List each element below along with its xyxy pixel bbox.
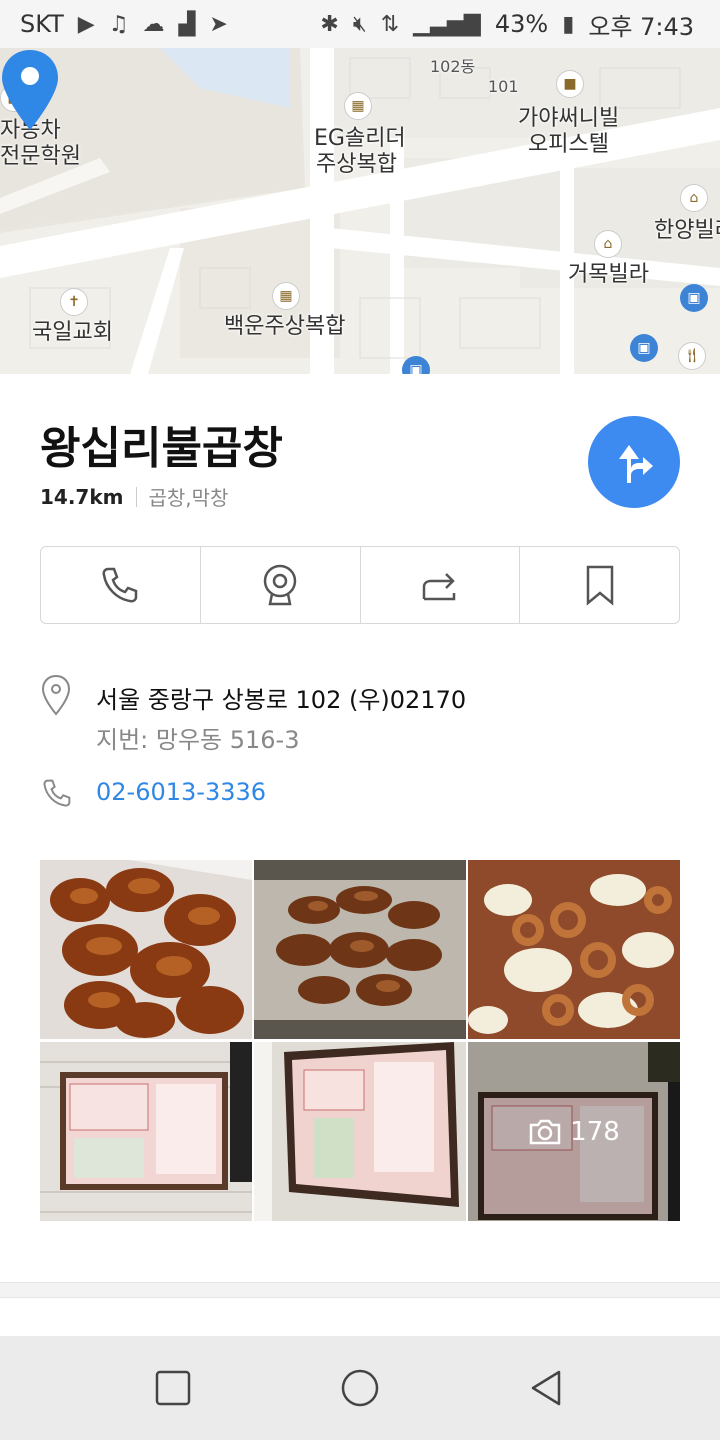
photo-thumbnail-more[interactable]: 178 [468, 1042, 680, 1221]
location-pin-icon[interactable] [0, 48, 60, 132]
category-label: 곱창,막창 [148, 486, 229, 510]
address-row [40, 674, 82, 716]
photo-count: 178 [570, 1116, 620, 1147]
play-icon: ▶ [77, 11, 95, 37]
photo-count-overlay[interactable]: 178 [468, 1042, 680, 1221]
home-icon [341, 1369, 379, 1407]
jibun-address-text: 지번: 망우동 516-3 [96, 726, 300, 754]
battery-icon: ▮ [562, 11, 575, 37]
bluetooth-music-icon: ♫ [108, 11, 129, 37]
map-label-gukil: 국일교회 [32, 320, 113, 345]
back-icon [531, 1370, 560, 1406]
call-button[interactable] [41, 547, 201, 623]
home-button[interactable] [330, 1358, 390, 1418]
clock: 오후 7:43 [588, 12, 694, 41]
map-view[interactable]: 102동 101 ■ 자동차 전문학원 ▦ EG솔리더 주상복합 ■ 가야써니빌… [0, 48, 720, 374]
photo-thumbnail[interactable] [254, 1042, 466, 1221]
street-view-button[interactable] [201, 547, 361, 623]
back-button[interactable] [517, 1358, 577, 1418]
carrier-label: SKT [20, 10, 64, 38]
poi-house-icon[interactable]: ⌂ [680, 184, 708, 212]
place-name: 왕십리불곱창 [40, 423, 283, 474]
photo-thumbnail[interactable] [468, 860, 680, 1039]
place-detail-panel: 왕십리불곱창 14.7km 곱창,막창 서울 중랑구 상봉로 102 (우)02… [0, 374, 720, 1336]
bookmark-button[interactable] [520, 547, 679, 623]
poi-house-icon[interactable]: ⌂ [594, 230, 622, 258]
photo-thumbnail[interactable] [40, 860, 252, 1039]
photo-thumbnail[interactable] [254, 860, 466, 1039]
camera-icon [529, 1119, 561, 1144]
play-store-icon: ➤ [209, 11, 228, 37]
phone-number-link[interactable]: 02-6013-3336 [96, 778, 266, 806]
bus-stop-icon[interactable]: ▣ [680, 284, 708, 312]
poi-office-icon[interactable]: ■ [556, 70, 584, 98]
map-label-gaya-1: 가야써니빌 [518, 106, 620, 131]
distance-label: 14.7km [40, 484, 124, 509]
meta-divider [135, 486, 137, 507]
activity-icon: ▟ [178, 11, 196, 37]
phone-row [40, 776, 82, 810]
photo-thumbnail[interactable] [40, 1042, 252, 1221]
map-label-eg-2: 주상복합 [316, 152, 397, 177]
restaurant-icon[interactable]: 🍴︎ [678, 342, 706, 370]
lte-icon: ⇅ [380, 11, 400, 37]
phone-icon [102, 567, 138, 603]
street-view-icon [263, 564, 297, 606]
recents-button[interactable] [143, 1358, 203, 1418]
directions-button[interactable] [588, 416, 680, 508]
signal-icon: ▁▃▅▇ [413, 11, 481, 37]
action-bar [40, 546, 680, 624]
section-divider [0, 1282, 720, 1298]
share-button[interactable] [361, 547, 521, 623]
map-label-geomok: 거목빌라 [568, 262, 649, 287]
map-label-gaya-2: 오피스텔 [528, 132, 609, 157]
poi-building-icon[interactable]: ▦ [272, 282, 300, 310]
photo-grid: 178 [40, 860, 680, 1222]
map-label-eg-1: EG솔리더 [314, 126, 406, 151]
mute-icon: 🔇︎ [352, 11, 367, 37]
status-bar: SKT ▶ ♫ ☁ ▟ ➤ ✱ 🔇︎ ⇅ ▁▃▅▇ 43% ▮ 오후 7:43 [0, 0, 720, 48]
poi-building-icon[interactable]: ▦ [344, 92, 372, 120]
phone-icon [40, 776, 82, 810]
location-icon [40, 674, 82, 716]
map-label-hanyang: 한양빌라 [654, 218, 720, 243]
share-icon [422, 573, 456, 601]
battery-percent: 43% [494, 10, 549, 38]
bluetooth-icon: ✱ [320, 11, 339, 37]
bus-stop-icon[interactable]: ▣ [630, 334, 658, 362]
system-nav-bar [0, 1336, 720, 1440]
address-text[interactable]: 서울 중랑구 상봉로 102 (우)02170 [96, 680, 466, 715]
recents-icon [156, 1370, 191, 1406]
cloud-icon: ☁ [142, 11, 165, 37]
map-label-baekun: 백운주상복합 [224, 314, 346, 339]
place-meta: 14.7km 곱창,막창 [40, 482, 228, 511]
church-icon[interactable]: ✝ [60, 288, 88, 316]
map-label-102: 102동 [430, 57, 476, 76]
map-label-101: 101 [488, 77, 519, 96]
map-label-driving-school-2: 전문학원 [0, 144, 81, 169]
bookmark-icon [586, 565, 613, 606]
directions-icon [619, 445, 653, 483]
